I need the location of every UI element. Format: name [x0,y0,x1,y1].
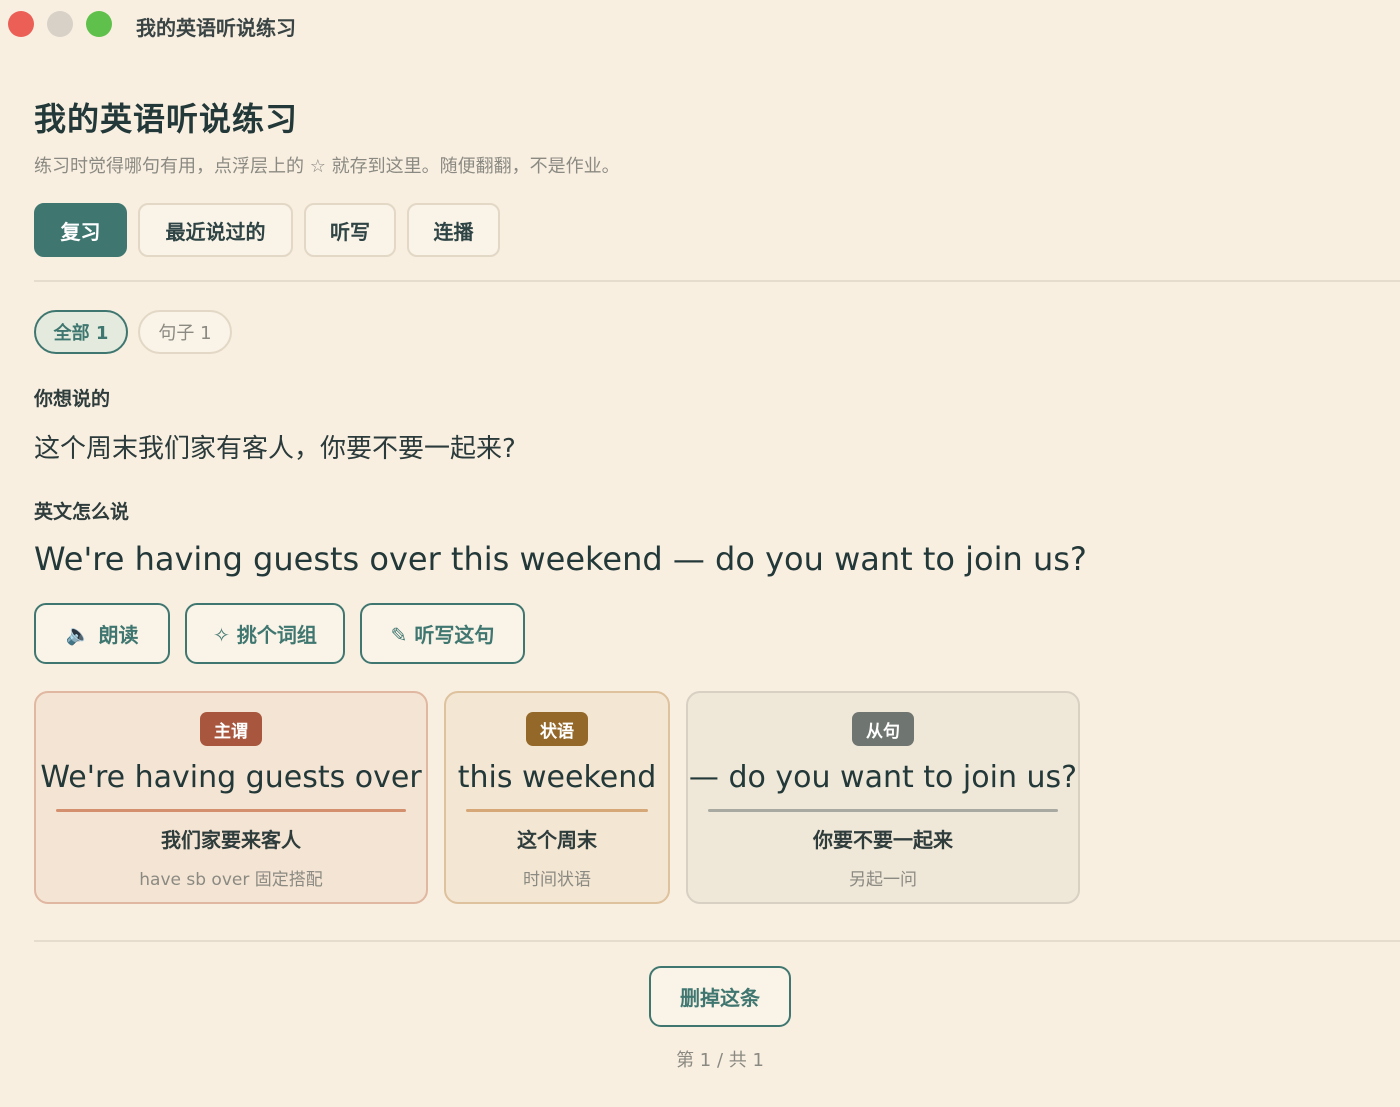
chunk-cards: 主谓 We're having guests over 我们家要来客人 have… [34,691,1080,904]
section-divider [34,280,1400,282]
chunk-meaning: 你要不要一起来 [813,828,953,852]
en-label: 英文怎么说 [34,501,130,523]
tab-autoplay[interactable]: 连播 [407,203,500,257]
chunk-underline [708,809,1058,812]
pick-phrase-button[interactable]: ✧ 挑个词组 [185,603,345,664]
pager: 第 1 / 共 1 [676,1050,764,1071]
title-bar: 我的英语听说练习 [0,0,1400,48]
chunk-meaning: 这个周末 [517,828,597,852]
delete-entry-button[interactable]: 删掉这条 [649,966,791,1027]
cn-sentence: 这个周末我们家有客人，你要不要一起来? [34,434,516,464]
chunk-phrase: — do you want to join us? [688,760,1078,795]
filter-sentences[interactable]: 句子 1 [138,310,232,354]
cn-label: 你想说的 [34,388,111,410]
page-title: 我的英语听说练习 [34,100,299,138]
dictate-sentence-button[interactable]: ✎ 听写这句 [360,603,525,664]
close-window-button[interactable] [8,11,34,37]
tab-recent[interactable]: 最近说过的 [138,203,293,257]
mode-tabs: 复习 最近说过的 听写 连播 [34,203,500,257]
en-sentence: We're having guests over this weekend — … [34,540,1087,578]
chunk-note: 另起一问 [849,870,917,890]
chunk-underline [466,809,648,812]
read-aloud-button[interactable]: 🔈 朗读 [34,603,170,664]
chunk-phrase: this weekend [457,760,657,795]
window-title: 我的英语听说练习 [136,16,296,40]
filter-all[interactable]: 全部 1 [34,310,128,354]
speaker-icon: 🔈 [65,621,91,646]
chunk-tag: 主谓 [200,712,262,746]
tab-review[interactable]: 复习 [34,203,127,257]
app-window: 我的英语听说练习 我的英语听说练习 练习时觉得哪句有用，点浮层上的 ☆ 就存到这… [0,0,1400,1107]
chunk-meaning: 我们家要来客人 [161,828,301,852]
chunk-note: 时间状语 [523,870,591,890]
chunk-note: have sb over 固定搭配 [139,870,323,890]
sentence-actions: 🔈 朗读 ✧ 挑个词组 ✎ 听写这句 [34,603,525,664]
chunk-tag: 状语 [526,712,588,746]
zoom-window-button[interactable] [86,11,112,37]
minimize-window-button[interactable] [47,11,73,37]
chunk-tag: 从句 [852,712,914,746]
footer-divider [34,940,1400,942]
tab-dictation[interactable]: 听写 [304,203,396,257]
chunk-phrase: We're having guests over [40,760,422,795]
chunk-card-subject[interactable]: 主谓 We're having guests over 我们家要来客人 have… [34,691,428,904]
page-subtitle: 练习时觉得哪句有用，点浮层上的 ☆ 就存到这里。随便翻翻，不是作业。 [34,156,620,177]
chunk-card-clause[interactable]: 从句 — do you want to join us? 你要不要一起来 另起一… [686,691,1080,904]
read-aloud-label: 朗读 [98,623,139,647]
chunk-underline [56,809,406,812]
chunk-card-adverbial[interactable]: 状语 this weekend 这个周末 时间状语 [444,691,670,904]
filter-chips: 全部 1 句子 1 [34,310,232,354]
